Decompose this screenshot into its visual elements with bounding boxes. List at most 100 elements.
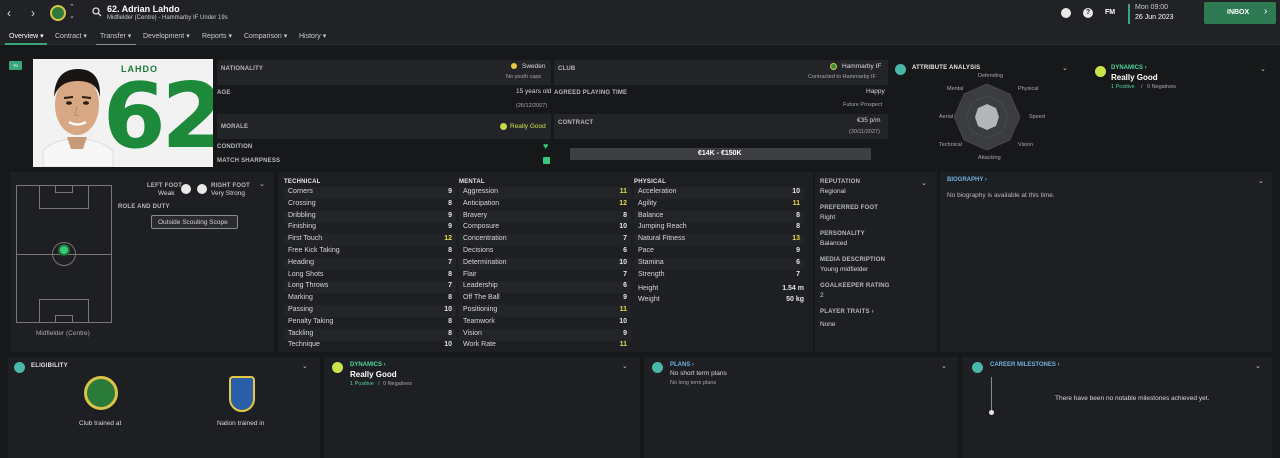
attribute-row[interactable]: Corners 9 [284,187,456,199]
attribute-name: First Touch [288,235,323,243]
value-range-bar[interactable]: €14K - €150K [570,148,871,160]
attribute-value: 9 [796,247,800,254]
calendar-icon[interactable] [1128,4,1130,24]
attribute-row[interactable]: Agility 11 [634,199,804,211]
attributes-panel: TECHNICAL MENTAL PHYSICAL Corners 9 Crossi… [278,172,813,352]
inbox-button[interactable]: INBOX › [1204,2,1276,24]
contract-label: CONTRACT [558,120,594,126]
attribute-row[interactable]: Positioning 11 [459,305,631,317]
attribute-row[interactable]: Tackling 8 [284,328,456,341]
attribute-row[interactable]: Teamwork 10 [459,317,631,329]
attribute-row[interactable]: Composure 10 [459,222,631,234]
attribute-row[interactable]: Aggression 11 [459,187,631,199]
attribute-row[interactable]: Free Kick Taking 8 [284,246,456,258]
club-label: CLUB [558,66,576,72]
pitch-diagram[interactable] [16,185,112,323]
ball-icon[interactable] [1061,8,1071,18]
attr-chevron-down-icon[interactable]: ⌄ [1062,64,1068,72]
attribute-row[interactable]: Off The Ball 9 [459,293,631,305]
player-subtitle: Midfielder (Centre) - Hammarby IF Under … [107,15,228,21]
morale-value[interactable]: Really Good [510,123,546,130]
attribute-analysis-panel: ATTRIBUTE ANALYSIS ⌄ Defending Physical … [892,60,1081,169]
club-value[interactable]: Hammarby IF [842,63,881,70]
club-row [554,60,888,85]
attribute-name: Long Throws [288,282,329,290]
attribute-value: 9 [448,211,452,219]
attribute-row[interactable]: Acceleration 10 [634,187,804,199]
attribute-row[interactable]: Crossing 8 [284,199,456,211]
tab-history[interactable]: History ▾ [299,32,326,40]
attribute-row[interactable]: Passing 10 [284,305,456,317]
dynamics-bottom-chevron-down-icon[interactable]: ⌄ [622,362,628,370]
attribute-row[interactable]: Technique 10 [284,340,456,352]
attribute-name: Work Rate [463,341,496,349]
back-arrow-icon[interactable]: ‹ [7,6,11,20]
tab-transfer[interactable]: Transfer ▾ [100,32,131,40]
attribute-row[interactable]: First Touch 12 [284,234,456,247]
fm-menu-button[interactable]: FM [1105,9,1115,16]
attribute-row[interactable]: Dribbling 9 [284,210,456,223]
attribute-row[interactable]: Marking 8 [284,293,456,305]
attribute-name: Vision [463,329,482,337]
tab-comparison[interactable]: Comparison ▾ [244,32,287,40]
attribute-row[interactable]: Long Shots 8 [284,270,456,282]
tab-contract[interactable]: Contract ▾ [55,32,87,40]
radar-label-aerial: Aerial [939,114,954,120]
attribute-row[interactable]: Strength 7 [634,270,804,282]
attribute-name: Crossing [288,199,316,207]
dynamics-title-link[interactable]: DYNAMICS › [1111,65,1147,71]
scouting-scope-button[interactable]: Outside Scouting Scope [151,215,238,229]
biography-title-link[interactable]: BIOGRAPHY › [947,177,987,183]
attribute-row[interactable]: Concentration 7 [459,234,631,247]
position-chevron-down-icon[interactable]: ⌄ [259,180,265,188]
tab-overview[interactable]: Overview ▾ [9,32,44,40]
dynamics-bottom-title-link[interactable]: DYNAMICS › [350,362,386,368]
dynamics-bottom-positives: 1 Positive [350,381,374,387]
milestones-chevron-down-icon[interactable]: ⌄ [1255,362,1261,370]
value-range-label: €14K - €150K [698,150,742,157]
milestones-title-link[interactable]: CAREER MILESTONES › [990,362,1060,368]
attribute-row[interactable]: Anticipation 12 [459,199,631,211]
attribute-row[interactable]: Natural Fitness 13 [634,234,804,247]
attribute-row[interactable]: Stamina 6 [634,257,804,270]
help-icon[interactable]: ? [1083,8,1093,18]
forward-arrow-icon[interactable]: › [31,6,35,20]
player-traits-link[interactable]: PLAYER TRAITS › [820,309,874,315]
attribute-radar-chart [953,83,1021,151]
attribute-row[interactable]: Penalty Taking 8 [284,317,456,329]
attribute-row[interactable]: Flair 7 [459,270,631,282]
chevron-up-icon[interactable]: ⌃ [69,3,75,11]
attribute-row[interactable]: Heading 7 [284,257,456,270]
search-icon[interactable] [92,7,102,19]
chevron-down-icon[interactable]: ⌄ [69,12,75,20]
tab-development[interactable]: Development ▾ [143,32,190,40]
tab-reports[interactable]: Reports ▾ [202,32,232,40]
info-chevron-down-icon[interactable]: ⌄ [921,179,927,187]
attribute-row[interactable]: Jumping Reach 8 [634,222,804,234]
attribute-name: Corners [288,188,313,195]
attribute-row[interactable]: Bravery 8 [459,210,631,223]
attribute-row[interactable]: Work Rate 11 [459,340,631,352]
club-crest-icon[interactable] [50,5,66,21]
nationality-value[interactable]: Sweden [522,63,546,70]
attribute-row[interactable]: Vision 9 [459,328,631,341]
dynamics-bottom-icon [332,362,343,373]
eligibility-chevron-down-icon[interactable]: ⌄ [302,362,308,370]
attribute-row[interactable]: Pace 9 [634,246,804,258]
attribute-row[interactable]: Leadership 6 [459,281,631,294]
attribute-row[interactable]: Determination 10 [459,257,631,270]
attribute-value: 7 [448,258,452,266]
contract-end: (30/11/2027) [849,129,880,135]
attribute-row[interactable]: Balance 8 [634,210,804,223]
club-trained-crest-icon [84,376,118,410]
plans-chevron-down-icon[interactable]: ⌄ [941,362,947,370]
attribute-row[interactable]: Finishing 9 [284,222,456,234]
attribute-row[interactable]: Long Throws 7 [284,281,456,294]
attribute-value: 9 [448,188,452,195]
left-foot-label: LEFT FOOT [147,183,183,189]
biography-chevron-down-icon[interactable]: ⌄ [1258,177,1264,185]
attribute-name: Positioning [463,306,498,313]
attribute-row[interactable]: Decisions 6 [459,246,631,258]
plans-title-link[interactable]: PLANS › [670,362,694,368]
dynamics-chevron-down-icon[interactable]: ⌄ [1260,65,1266,73]
